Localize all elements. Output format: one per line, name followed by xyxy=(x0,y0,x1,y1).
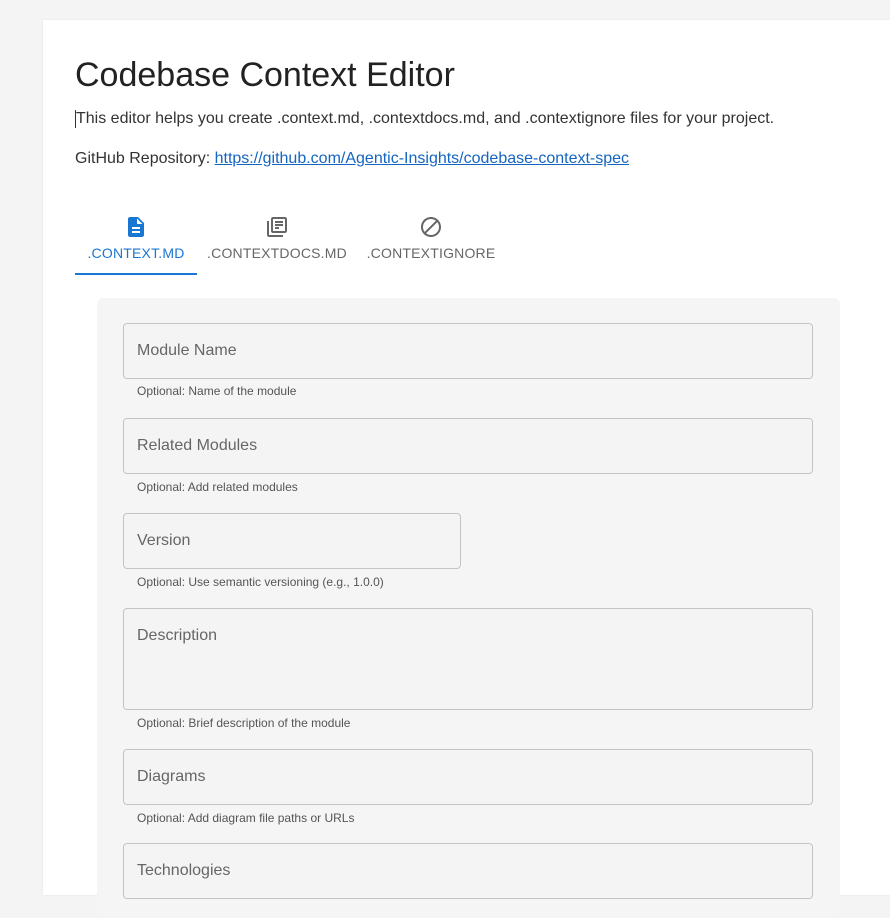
tab-label: .CONTEXT.MD xyxy=(87,245,185,261)
module-name-helper: Optional: Name of the module xyxy=(137,384,297,398)
repo-link[interactable]: https://github.com/Agentic-Insights/code… xyxy=(215,150,629,167)
diagrams-helper: Optional: Add diagram file paths or URLs xyxy=(137,811,355,825)
version-input[interactable] xyxy=(123,513,461,569)
library-books-icon xyxy=(267,217,287,237)
tab-context-md[interactable]: .CONTEXT.MD xyxy=(75,212,197,275)
version-helper: Optional: Use semantic versioning (e.g.,… xyxy=(137,575,384,589)
technologies-input[interactable] xyxy=(123,843,813,899)
description-textarea[interactable] xyxy=(123,608,813,710)
file-tabs: .CONTEXT.MD .CONTEXTDOCS.MD .CONTEXTIGNO… xyxy=(75,212,505,275)
context-form-panel: Optional: Name of the module Optional: A… xyxy=(97,298,840,918)
editor-card: Codebase Context Editor This editor help… xyxy=(43,20,890,918)
tab-contextdocs-md[interactable]: .CONTEXTDOCS.MD xyxy=(197,212,357,275)
repo-label: GitHub Repository: xyxy=(75,150,215,167)
related-modules-helper: Optional: Add related modules xyxy=(137,480,298,494)
document-icon xyxy=(128,217,144,237)
tab-contextignore[interactable]: .CONTEXTIGNORE xyxy=(357,212,505,275)
intro-text: This editor helps you create .context.md… xyxy=(75,110,775,128)
description-helper: Optional: Brief description of the modul… xyxy=(137,716,351,730)
tab-label: .CONTEXTIGNORE xyxy=(366,245,496,261)
block-icon xyxy=(421,217,441,237)
tab-label: .CONTEXTDOCS.MD xyxy=(207,245,347,261)
module-name-input[interactable] xyxy=(123,323,813,379)
related-modules-input[interactable] xyxy=(123,418,813,474)
repo-line: GitHub Repository: https://github.com/Ag… xyxy=(75,150,629,168)
page-title: Codebase Context Editor xyxy=(75,56,455,94)
diagrams-input[interactable] xyxy=(123,749,813,805)
